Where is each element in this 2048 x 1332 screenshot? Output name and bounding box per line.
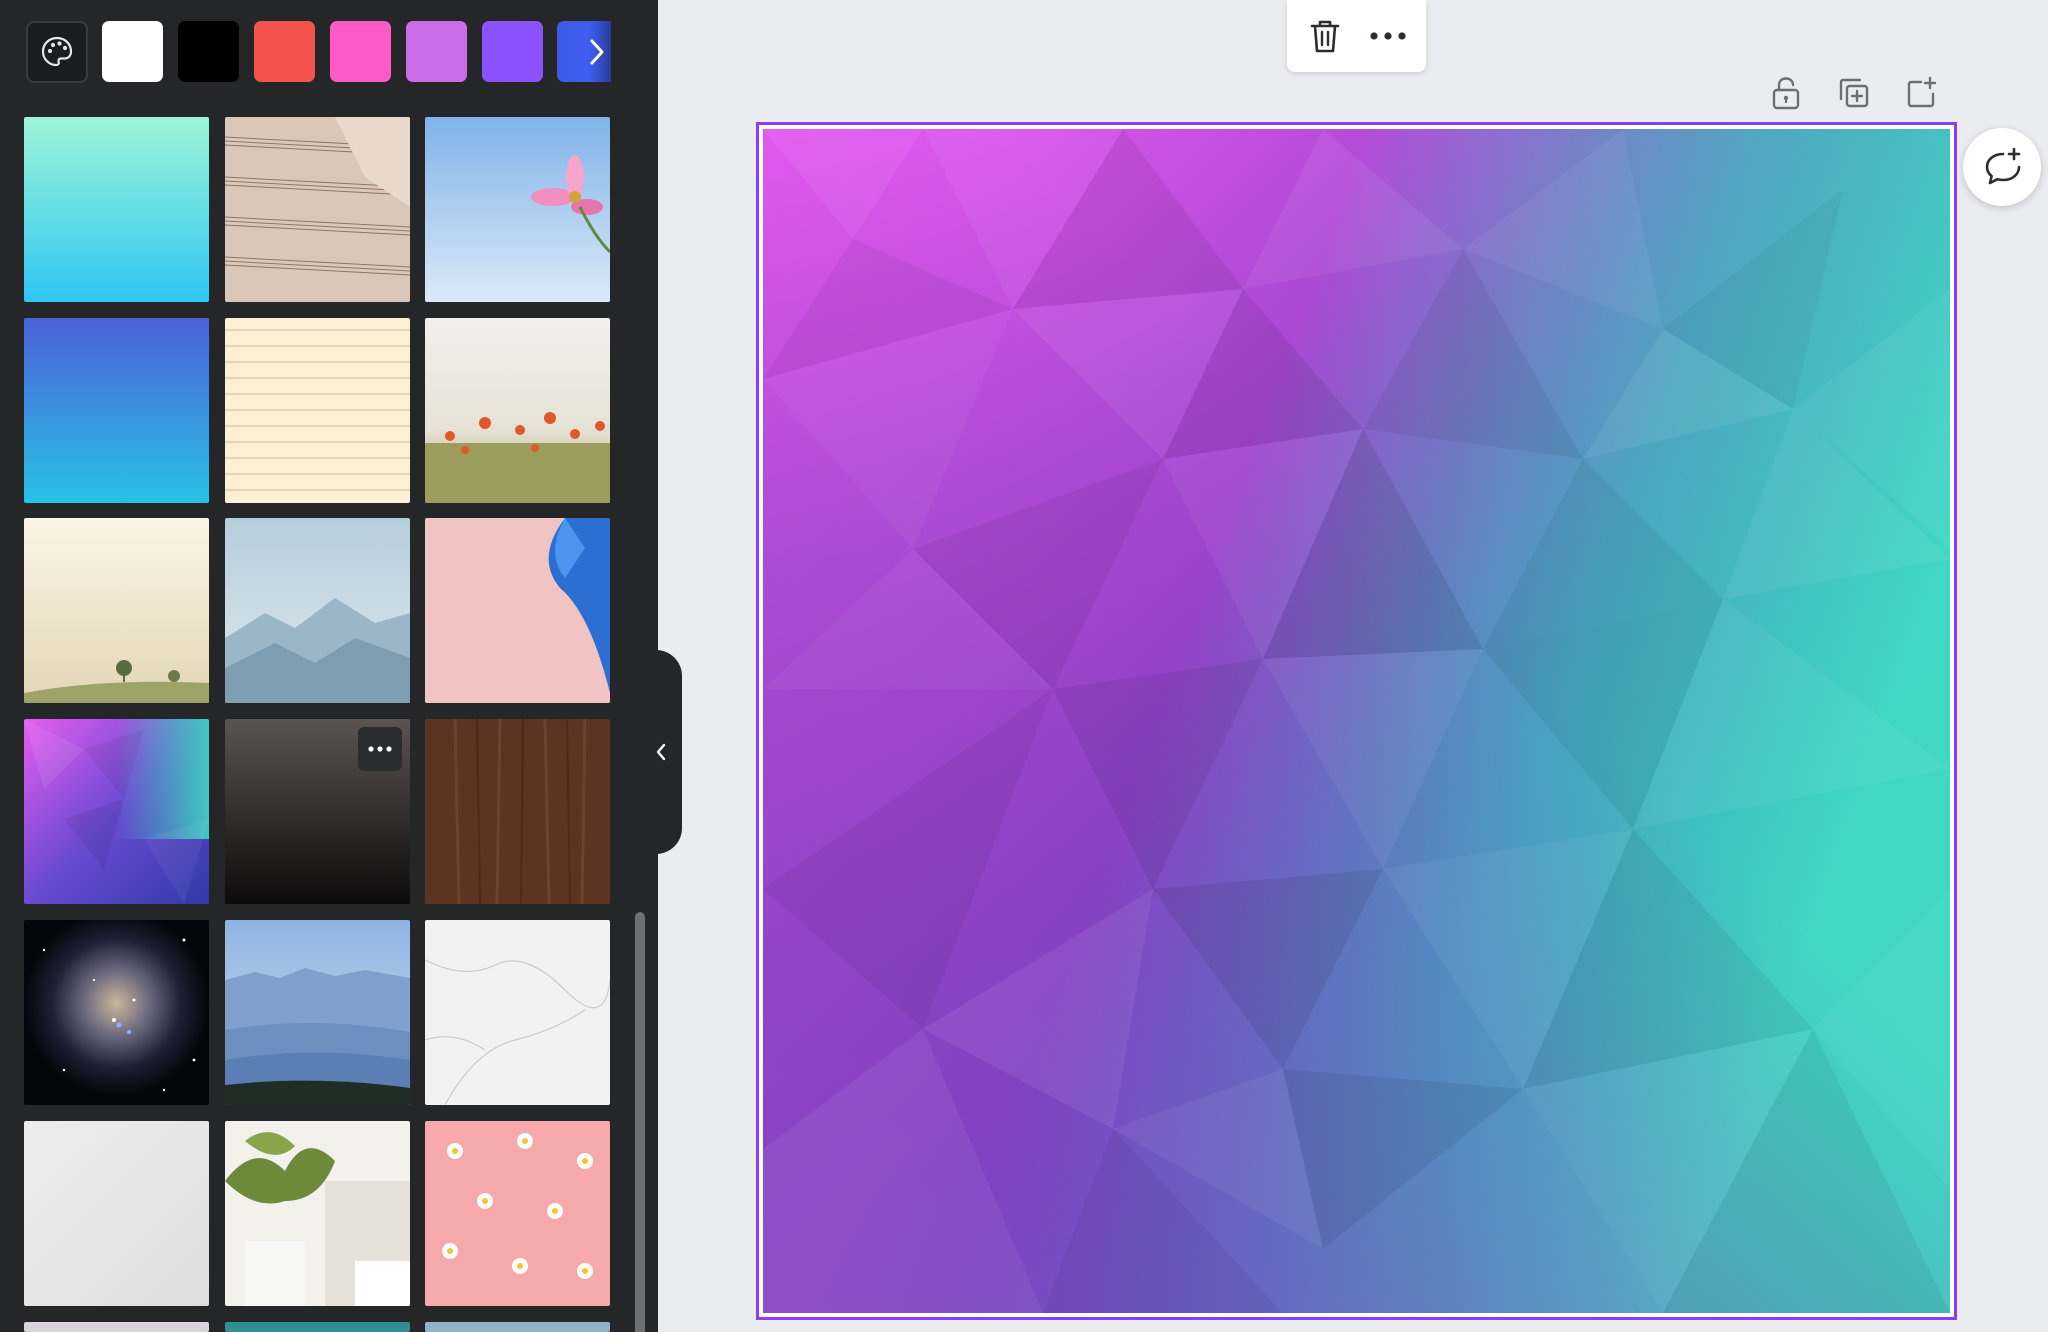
scrollbar[interactable]: [633, 900, 647, 1332]
duplicate-icon: [1839, 78, 1869, 108]
more-horizontal-icon: [368, 746, 392, 752]
swatch-scroll-right-button[interactable]: [557, 21, 611, 82]
duplicate-page-button[interactable]: [1831, 70, 1877, 116]
delete-button[interactable]: [1299, 10, 1351, 62]
background-thumb-pink-cosmos-sky[interactable]: [425, 117, 610, 302]
background-thumb-white-plaster[interactable]: [24, 1121, 209, 1306]
background-thumb-partial[interactable]: [425, 1322, 610, 1332]
add-page-button[interactable]: [1899, 70, 1945, 116]
trash-icon: [1310, 20, 1340, 53]
swatch-light-purple[interactable]: [406, 21, 467, 82]
swatch-black[interactable]: [178, 21, 239, 82]
background-thumb-partial[interactable]: [225, 1322, 410, 1332]
element-toolbar: [1287, 0, 1426, 72]
swatch-pink[interactable]: [330, 21, 391, 82]
background-thumb-sheet-music[interactable]: [225, 117, 410, 302]
background-thumb-white-marble[interactable]: [425, 920, 610, 1105]
swatch-white[interactable]: [102, 21, 163, 82]
background-thumb-mint-gradient[interactable]: [24, 117, 209, 302]
swatch-violet[interactable]: [482, 21, 543, 82]
background-thumb-poppy-field[interactable]: [425, 318, 610, 503]
chevron-left-icon: [656, 743, 666, 761]
scrollbar-thumb[interactable]: [635, 912, 645, 1332]
design-page[interactable]: [756, 122, 1957, 1320]
background-thumb-blue-mountain-ridges[interactable]: [225, 920, 410, 1105]
background-thumb-blue-gradient-texture[interactable]: [24, 318, 209, 503]
add-comment-button[interactable]: [1963, 128, 2041, 206]
lock-page-button[interactable]: [1763, 70, 1809, 116]
more-horizontal-icon: [1370, 32, 1406, 40]
background-thumb-low-poly-gradient[interactable]: [24, 719, 209, 904]
background-thumb-pink-paper-blue-fold[interactable]: [425, 518, 610, 703]
more-options-button[interactable]: [1362, 10, 1414, 62]
background-thumb-plant-interior[interactable]: [225, 1121, 410, 1306]
background-thumb-misty-mountains[interactable]: [225, 518, 410, 703]
background-thumb-daisies-on-pink[interactable]: [425, 1121, 610, 1306]
background-thumb-dark-gradient[interactable]: [225, 719, 410, 904]
chevron-right-icon: [590, 39, 604, 64]
add-page-icon: [1907, 76, 1937, 108]
background-thumb-wood-grain[interactable]: [425, 719, 610, 904]
unlock-icon: [1772, 77, 1800, 110]
background-thumb-partial[interactable]: [24, 1322, 209, 1332]
color-swatch-row: [0, 0, 658, 100]
background-thumb-misty-road[interactable]: [24, 518, 209, 703]
background-thumb-lined-paper[interactable]: [225, 318, 410, 503]
swatch-coral-red[interactable]: [254, 21, 315, 82]
add-comment-icon: [1985, 147, 2021, 185]
thumbnail-more-button[interactable]: [358, 727, 402, 771]
backgrounds-panel: [0, 0, 658, 1332]
palette-icon: [41, 36, 73, 67]
collapse-panel-button[interactable]: [640, 650, 682, 854]
background-thumb-galaxy-nebula[interactable]: [24, 920, 209, 1105]
low-poly-background[interactable]: [763, 129, 1950, 1313]
palette-button[interactable]: [26, 21, 88, 83]
